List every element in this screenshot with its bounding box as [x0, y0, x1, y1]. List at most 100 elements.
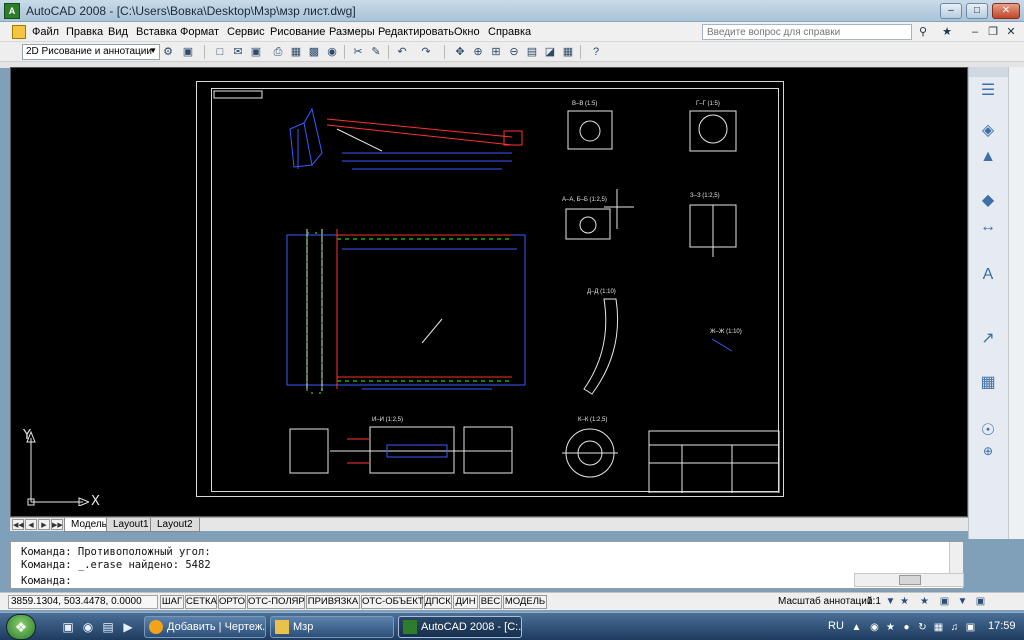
tab-layout2[interactable]: Layout2: [150, 518, 200, 532]
save-icon[interactable]: ▣: [248, 44, 264, 60]
clean-screen-icon[interactable]: ▣: [974, 596, 987, 608]
scroll-thumb[interactable]: [899, 575, 921, 585]
power-icon[interactable]: ▣: [964, 621, 977, 634]
match-properties-icon[interactable]: ✎: [368, 44, 384, 60]
publish-icon[interactable]: ▩: [306, 44, 322, 60]
menu-file[interactable]: Файл: [32, 26, 59, 38]
coordinate-display[interactable]: 3859.1304, 503.4478, 0.0000: [8, 595, 158, 609]
layer-state-icon[interactable]: ◈: [977, 121, 999, 141]
chevron-down-icon[interactable]: ▼: [884, 596, 897, 608]
show-desktop-icon[interactable]: ▣: [60, 619, 76, 635]
tab-layout1[interactable]: Layout1: [106, 518, 156, 532]
menu-dimension[interactable]: Размеры: [329, 26, 375, 38]
properties-icon[interactable]: ▤: [524, 44, 540, 60]
menu-draw[interactable]: Рисование: [270, 26, 325, 38]
undo-icon[interactable]: ↶: [394, 44, 410, 60]
ortho-toggle[interactable]: ОРТО: [218, 595, 246, 609]
dyn-toggle[interactable]: ДИН: [453, 595, 478, 609]
start-button[interactable]: ❖: [6, 614, 36, 640]
language-indicator[interactable]: RU: [828, 620, 844, 632]
menu-tools[interactable]: Сервис: [227, 26, 265, 38]
table-icon[interactable]: ▦: [977, 373, 999, 393]
modify-panel-icon[interactable]: ◆: [977, 191, 999, 211]
draw-panel-icon[interactable]: ▲: [977, 147, 999, 167]
communication-center-icon[interactable]: ★: [940, 25, 954, 39]
status-bar-menu-icon[interactable]: ▼: [956, 596, 969, 608]
sync-icon[interactable]: ↻: [916, 621, 929, 634]
menu-view[interactable]: Вид: [108, 26, 128, 38]
lineweight-toggle[interactable]: ВЕС: [479, 595, 502, 609]
palette-scrollbar[interactable]: [1008, 67, 1024, 539]
close-button[interactable]: ✕: [992, 3, 1020, 19]
taskbar-item-browser[interactable]: Добавить | Чертеж...: [144, 616, 266, 638]
command-line-window[interactable]: Команда: Противоположный угол: Команда: …: [10, 541, 964, 589]
redo-icon[interactable]: ↷: [418, 44, 434, 60]
maximize-button[interactable]: □: [966, 3, 988, 19]
lock-icon[interactable]: ▣: [938, 596, 951, 608]
first-tab-icon[interactable]: ◀◀: [12, 519, 24, 530]
polar-toggle[interactable]: ОТС-ПОЛЯР: [247, 595, 305, 609]
menu-insert[interactable]: Вставка: [136, 26, 177, 38]
last-tab-icon[interactable]: ▶▶: [51, 519, 63, 530]
doc-minimize-icon[interactable]: –: [968, 25, 982, 39]
next-tab-icon[interactable]: ▶: [38, 519, 50, 530]
zoom-icon[interactable]: ⊕: [977, 441, 999, 461]
otrack-toggle[interactable]: ОТС-ОБЪЕКТ: [361, 595, 424, 609]
explorer-icon[interactable]: ▤: [100, 619, 116, 635]
browser-icon[interactable]: ◉: [80, 619, 96, 635]
dimension-icon[interactable]: ↔: [977, 217, 999, 237]
antivirus-icon[interactable]: ◉: [868, 621, 881, 634]
drawing-viewport[interactable]: В–В (1:5) Г–Г (1:5) А–А, Б–Б (1:2,5) З–З…: [10, 67, 968, 517]
help-icon[interactable]: ?: [588, 44, 604, 60]
calculator-icon[interactable]: ▦: [560, 44, 576, 60]
menu-format[interactable]: Формат: [180, 26, 219, 38]
new-file-icon[interactable]: □: [212, 44, 228, 60]
doc-restore-icon[interactable]: ❐: [986, 25, 1000, 39]
text-icon[interactable]: A: [977, 265, 999, 285]
volume-icon[interactable]: ♫: [948, 621, 961, 634]
doc-close-icon[interactable]: ✕: [1004, 25, 1018, 39]
ducs-toggle[interactable]: ДПСК: [424, 595, 452, 609]
zoom-window-icon[interactable]: ⊞: [488, 44, 504, 60]
command-prompt[interactable]: Команда:: [21, 575, 72, 587]
plot-preview-icon[interactable]: ▦: [288, 44, 304, 60]
annotation-scale-value[interactable]: 1:1: [867, 596, 881, 607]
osnap-toggle[interactable]: ПРИВЯЗКА: [306, 595, 360, 609]
menu-modify[interactable]: Редактировать: [378, 26, 454, 38]
autocad-app-icon[interactable]: A: [4, 3, 20, 19]
taskbar-item-autocad[interactable]: AutoCAD 2008 - [C:...: [398, 616, 522, 638]
clock[interactable]: 17:59: [988, 620, 1016, 632]
command-horizontal-scrollbar[interactable]: [854, 573, 964, 587]
annotation-visibility-icon[interactable]: ★: [898, 596, 911, 608]
workspace-save-icon[interactable]: ▣: [180, 44, 196, 60]
design-center-icon[interactable]: ◪: [542, 44, 558, 60]
auto-scale-icon[interactable]: ★: [918, 596, 931, 608]
model-toggle[interactable]: МОДЕЛЬ: [503, 595, 547, 609]
prev-tab-icon[interactable]: ◀: [25, 519, 37, 530]
zoom-previous-icon[interactable]: ⊖: [506, 44, 522, 60]
workspace-settings-icon[interactable]: ⚙: [160, 44, 176, 60]
messenger-icon[interactable]: ●: [900, 621, 913, 634]
navigation-icon[interactable]: ☉: [977, 421, 999, 441]
print-icon[interactable]: ⎙: [270, 44, 286, 60]
layers-icon[interactable]: ☰: [977, 81, 999, 101]
chevron-up-icon[interactable]: ▲: [850, 621, 863, 634]
menu-edit[interactable]: Правка: [66, 26, 103, 38]
help-search-input[interactable]: [702, 24, 912, 40]
minimize-button[interactable]: –: [940, 3, 962, 19]
pan-icon[interactable]: ✥: [452, 44, 468, 60]
zoom-realtime-icon[interactable]: ⊕: [470, 44, 486, 60]
open-folder-icon[interactable]: ✉: [230, 44, 246, 60]
search-icon[interactable]: ⚲: [916, 25, 930, 39]
update-icon[interactable]: ★: [884, 621, 897, 634]
media-icon[interactable]: ▶: [120, 619, 136, 635]
network-icon[interactable]: ▦: [932, 621, 945, 634]
menu-window[interactable]: Окно: [454, 26, 480, 38]
snap-toggle[interactable]: ШАГ: [160, 595, 184, 609]
taskbar-item-folder[interactable]: Мзр: [270, 616, 394, 638]
3d-dwf-icon[interactable]: ◉: [324, 44, 340, 60]
grid-toggle[interactable]: СЕТКА: [185, 595, 217, 609]
multileader-icon[interactable]: ↗: [977, 329, 999, 349]
workspace-select[interactable]: 2D Рисование и аннотации ▼: [22, 44, 160, 60]
palette-header[interactable]: [969, 67, 1009, 77]
